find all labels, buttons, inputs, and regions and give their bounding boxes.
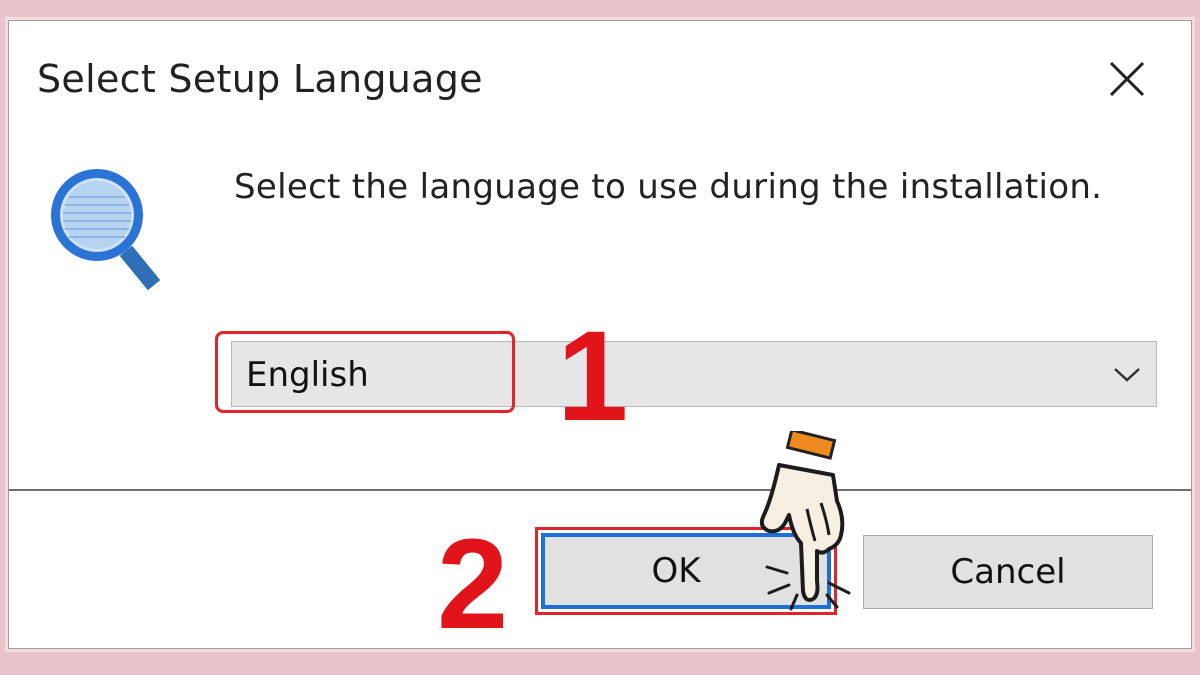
close-button[interactable] xyxy=(1099,51,1155,107)
close-icon xyxy=(1109,61,1145,97)
step-1-marker: 1 xyxy=(557,305,629,448)
cancel-button[interactable]: Cancel xyxy=(863,535,1153,609)
ok-button-label: OK xyxy=(651,551,701,591)
setup-language-dialog: Select Setup Language Select the languag… xyxy=(8,20,1192,649)
magnifier-icon xyxy=(51,169,161,291)
cancel-button-label: Cancel xyxy=(950,552,1066,592)
language-highlight-box xyxy=(215,331,515,413)
footer-divider xyxy=(9,489,1191,491)
dialog-title: Select Setup Language xyxy=(37,57,483,101)
ok-button[interactable]: OK xyxy=(541,533,831,609)
step-2-marker: 2 xyxy=(437,513,509,656)
chevron-down-icon xyxy=(1114,368,1140,382)
instruction-text: Select the language to use during the in… xyxy=(234,167,1103,207)
